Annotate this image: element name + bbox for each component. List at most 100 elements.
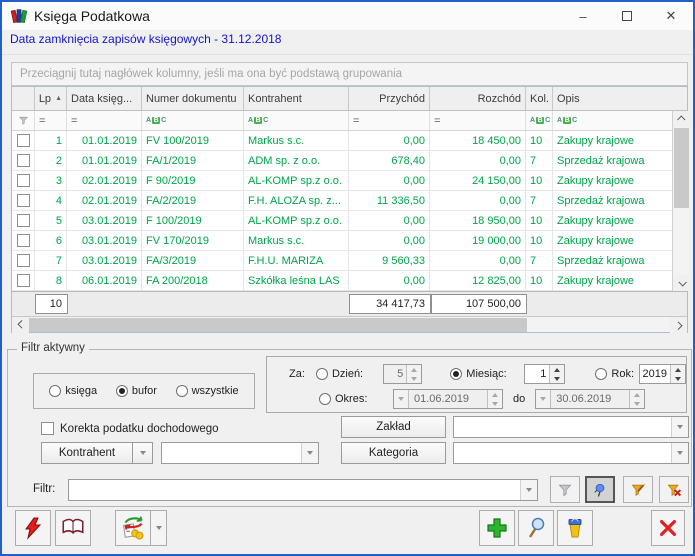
- vertical-scrollbar[interactable]: [672, 111, 689, 291]
- group-by-drop-zone[interactable]: Przeciągnij tutaj nagłówek kolumny, jeśl…: [11, 62, 688, 86]
- scroll-left-button[interactable]: [12, 317, 29, 333]
- scroll-up-button[interactable]: [673, 111, 690, 127]
- spin-up[interactable]: [630, 390, 644, 399]
- spin-up[interactable]: [550, 365, 564, 374]
- kategoria-combo[interactable]: [453, 442, 689, 464]
- column-header-przychod[interactable]: Przychód: [349, 87, 430, 110]
- spin-down[interactable]: [550, 374, 564, 383]
- renumeracja-button[interactable]: [115, 510, 151, 546]
- spin-down[interactable]: [488, 399, 502, 408]
- row-checkbox[interactable]: [17, 154, 30, 167]
- kontrahent-button[interactable]: Kontrahent: [41, 442, 133, 464]
- filter-cell-kontrahent[interactable]: ABC: [244, 111, 349, 130]
- korekta-checkbox[interactable]: Korekta podatku dochodowego: [41, 422, 219, 435]
- ksieguj-button[interactable]: [15, 510, 51, 546]
- row-checkbox[interactable]: [17, 174, 30, 187]
- filter-cell-rozchod[interactable]: =: [430, 111, 526, 130]
- spin-up[interactable]: [407, 365, 421, 374]
- filter-apply-button[interactable]: [550, 476, 580, 503]
- spin-down[interactable]: [630, 399, 644, 408]
- maximize-button[interactable]: [605, 2, 649, 30]
- table-row[interactable]: 1 01.01.2019 FV 100/2019 Markus s.c. 0,0…: [12, 131, 672, 151]
- filter-cell-opis[interactable]: ABC: [553, 111, 672, 130]
- column-header-numer[interactable]: Numer dokumentu: [142, 87, 244, 110]
- row-checkbox[interactable]: [17, 254, 30, 267]
- row-checkbox[interactable]: [17, 274, 30, 287]
- spin-up[interactable]: [488, 390, 502, 399]
- vertical-scroll-thumb[interactable]: [674, 128, 689, 208]
- delete-button[interactable]: [557, 510, 593, 546]
- radio-ksiega[interactable]: księga: [49, 385, 97, 397]
- radio-dzien[interactable]: Dzień:: [316, 368, 381, 380]
- horizontal-scroll-thumb[interactable]: [29, 318, 527, 332]
- filter-cell-numer[interactable]: ABC: [142, 111, 244, 130]
- radio-wszystkie[interactable]: wszystkie: [176, 385, 239, 397]
- grid-filter-row: = = ABC ABC = = ABC ABC: [12, 111, 672, 131]
- scroll-down-button[interactable]: [673, 275, 690, 291]
- scroll-right-button[interactable]: [670, 317, 687, 333]
- radio-icon: [595, 368, 607, 380]
- view-button[interactable]: [518, 510, 554, 546]
- table-row[interactable]: 4 02.01.2019 FA/2/2019 F.H. ALOZA sp. z.…: [12, 191, 672, 211]
- filter-cell-data[interactable]: =: [67, 111, 142, 130]
- summary-count: 10: [35, 294, 68, 314]
- calendar-dropdown-icon[interactable]: [536, 390, 551, 408]
- kontrahent-combo[interactable]: [161, 442, 319, 464]
- add-button[interactable]: [479, 510, 515, 546]
- month-spinner[interactable]: 1: [524, 364, 566, 384]
- close-button[interactable]: [651, 510, 685, 546]
- table-row[interactable]: 3 02.01.2019 F 90/2019 AL-KOMP sp.z o.o.…: [12, 171, 672, 191]
- horizontal-scrollbar[interactable]: [12, 316, 687, 332]
- row-checkbox[interactable]: [17, 214, 30, 227]
- radio-bufor[interactable]: bufor: [116, 385, 157, 397]
- column-header-opis[interactable]: Opis: [553, 87, 672, 110]
- okres-to-date[interactable]: 30.06.2019: [535, 389, 645, 409]
- minimize-button[interactable]: –: [561, 2, 605, 30]
- zaklad-button[interactable]: Zakład: [341, 416, 446, 438]
- column-header-lp[interactable]: Lp▲: [35, 87, 67, 110]
- column-header-kol[interactable]: Kol.: [526, 87, 553, 110]
- table-row[interactable]: 7 03.01.2019 FA/3/2019 F.H.U. MARIZA 9 5…: [12, 251, 672, 271]
- filter-pin-button[interactable]: [585, 476, 615, 503]
- book-button[interactable]: [55, 510, 91, 546]
- kontrahent-dropdown-arrow[interactable]: [133, 442, 153, 464]
- row-checkbox[interactable]: [17, 194, 30, 207]
- radio-rok[interactable]: Rok:: [595, 368, 638, 380]
- filter-cell-przychod[interactable]: =: [349, 111, 430, 130]
- radio-okres[interactable]: Okres:: [319, 393, 393, 405]
- records-grid: Lp▲ Data księg... Numer dokumentu Kontra…: [11, 86, 688, 333]
- spin-down[interactable]: [671, 374, 685, 383]
- row-checkbox[interactable]: [17, 234, 30, 247]
- day-spinner[interactable]: 5: [383, 364, 423, 384]
- okres-from-date[interactable]: 01.06.2019: [393, 389, 503, 409]
- table-row[interactable]: 5 03.01.2019 F 100/2019 AL-KOMP sp.z o.o…: [12, 211, 672, 231]
- window-title: Księga Podatkowa: [34, 8, 150, 24]
- radio-icon: [116, 385, 128, 397]
- table-row[interactable]: 2 01.01.2019 FA/1/2019 ADM sp. z o.o. 67…: [12, 151, 672, 171]
- year-spinner[interactable]: 2019: [639, 364, 686, 384]
- filter-cell-lp[interactable]: =: [35, 111, 67, 130]
- spin-down[interactable]: [407, 374, 421, 383]
- calendar-dropdown-icon[interactable]: [394, 390, 409, 408]
- radio-icon: [450, 368, 462, 380]
- column-header-kontrahent[interactable]: Kontrahent: [244, 87, 349, 110]
- radio-icon: [176, 385, 188, 397]
- zaklad-combo[interactable]: [453, 416, 689, 438]
- row-checkbox[interactable]: [17, 134, 30, 147]
- table-row[interactable]: 8 06.01.2019 FA 200/2018 Szkółka leśna L…: [12, 271, 672, 291]
- spin-up[interactable]: [671, 365, 685, 374]
- filter-cell-kol[interactable]: ABC: [526, 111, 553, 130]
- renumeracja-dropdown-arrow[interactable]: [151, 510, 167, 546]
- table-row[interactable]: 6 03.01.2019 FV 170/2019 Markus s.c. 0,0…: [12, 231, 672, 251]
- column-header-data[interactable]: Data księg...: [67, 87, 142, 110]
- filter-row-funnel-icon[interactable]: [12, 111, 35, 130]
- lightning-icon: [21, 516, 45, 540]
- close-window-button[interactable]: ✕: [649, 2, 693, 30]
- filter-clear-button[interactable]: [659, 476, 689, 503]
- filtr-combo[interactable]: [68, 479, 538, 501]
- column-header-rozchod[interactable]: Rozchód: [430, 87, 526, 110]
- kategoria-button[interactable]: Kategoria: [341, 442, 446, 464]
- radio-miesiac[interactable]: Miesiąc:: [450, 368, 524, 380]
- sort-asc-icon: ▲: [55, 95, 62, 102]
- filter-edit-button[interactable]: [623, 476, 653, 503]
